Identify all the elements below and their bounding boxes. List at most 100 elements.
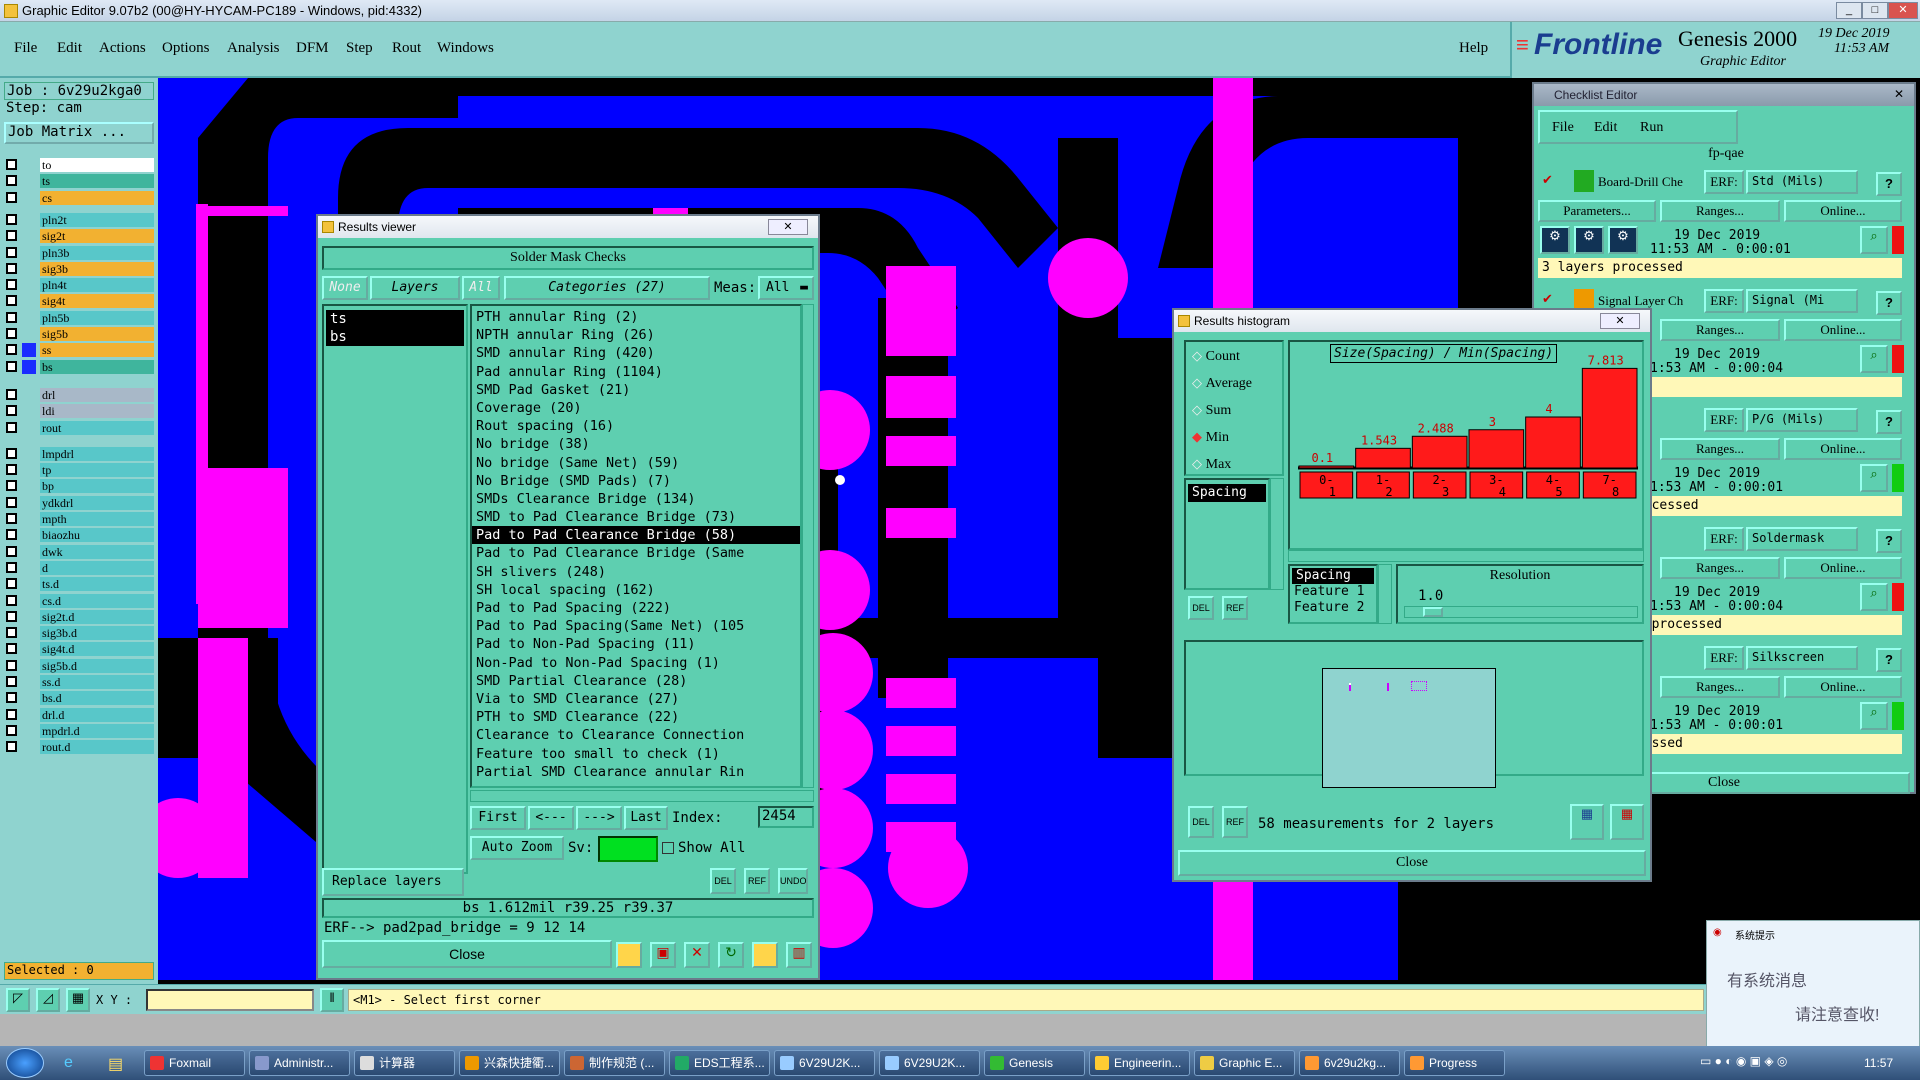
layer-row[interactable]: sig4t <box>6 294 156 309</box>
category-item[interactable]: Via to SMD Clearance (27) <box>472 690 800 708</box>
layer-row[interactable]: drl <box>6 387 156 402</box>
xy-input[interactable] <box>146 989 314 1011</box>
measure-tool-icon[interactable]: ◿ <box>36 988 60 1012</box>
layer-row[interactable]: dwk <box>6 544 156 559</box>
help-icon[interactable]: ? <box>1876 529 1902 553</box>
ranges-button[interactable]: Ranges... <box>1660 319 1780 341</box>
category-item[interactable]: No Bridge (SMD Pads) (7) <box>472 472 800 490</box>
histogram-bar[interactable] <box>1298 465 1355 469</box>
layer-row[interactable]: bs <box>6 359 156 374</box>
category-item[interactable]: SMD Partial Clearance (28) <box>472 672 800 690</box>
layer-row[interactable]: d <box>6 560 156 575</box>
field-spacing[interactable]: Spacing <box>1188 484 1266 502</box>
category-item[interactable]: SMD Pad Gasket (21) <box>472 381 800 399</box>
category-item[interactable]: No bridge (Same Net) (59) <box>472 454 800 472</box>
layer-row[interactable]: sig2t.d <box>6 609 156 624</box>
histogram-icon[interactable]: ▥ <box>786 942 812 968</box>
layer-checkbox[interactable] <box>6 464 17 476</box>
category-item[interactable]: Pad to Pad Spacing (222) <box>472 599 800 617</box>
maximize-button[interactable]: □ <box>1862 2 1888 19</box>
ranges-button[interactable]: Ranges... <box>1660 438 1780 460</box>
check-enabled-icon[interactable]: ✔ <box>1542 172 1553 188</box>
taskbar-item[interactable]: 6v29u2kg... <box>1299 1050 1400 1076</box>
layer-row[interactable]: sig3b <box>6 261 156 276</box>
layer-checkbox[interactable] <box>6 659 17 671</box>
feature-1[interactable]: Feature 1 <box>1290 584 1376 600</box>
taskbar-item[interactable]: 兴森快捷衢... <box>459 1050 560 1076</box>
check-name[interactable]: Signal Layer Ch <box>1598 293 1704 309</box>
taskbar-item[interactable]: 计算器 <box>354 1050 455 1076</box>
layer-result-bs[interactable]: bs <box>326 328 464 346</box>
category-item[interactable]: Pad to Pad Clearance Bridge (Same <box>472 544 800 562</box>
taskbar-item[interactable]: Progress <box>1404 1050 1505 1076</box>
histogram-bar[interactable] <box>1411 435 1468 469</box>
layer-checkbox[interactable] <box>6 246 17 258</box>
resolution-slider[interactable] <box>1404 606 1638 618</box>
histogram-bar[interactable] <box>1468 429 1525 469</box>
layer-result-ts[interactable]: ts <box>326 310 464 328</box>
layer-row[interactable]: biaozhu <box>6 528 156 543</box>
layer-checkbox[interactable] <box>6 175 17 187</box>
select-tool-icon[interactable]: ◸ <box>6 988 30 1012</box>
layer-row[interactable]: bs.d <box>6 691 156 706</box>
layer-row[interactable]: cs.d <box>6 593 156 608</box>
layer-row[interactable]: sig3b.d <box>6 626 156 641</box>
layer-checkbox[interactable] <box>6 529 17 541</box>
category-list[interactable]: PTH annular Ring (2) NPTH annular Ring (2… <box>470 304 802 788</box>
layer-checkbox[interactable] <box>6 191 17 203</box>
layer-row[interactable]: pln3b <box>6 245 156 260</box>
view-results-icon[interactable]: ⌕ <box>1860 464 1888 492</box>
option-sum[interactable]: ◇ Sum <box>1192 402 1231 419</box>
checklist-menu-run[interactable]: Run <box>1640 120 1663 136</box>
job-matrix-button[interactable]: Job Matrix ... <box>4 122 154 144</box>
layers-button[interactable]: Layers <box>370 276 460 300</box>
notes-icon[interactable] <box>752 942 778 968</box>
histogram-close-button[interactable]: Close <box>1178 850 1646 876</box>
category-item[interactable]: Coverage (20) <box>472 399 800 417</box>
category-scrollbar[interactable] <box>802 304 814 788</box>
taskbar-item[interactable]: Foxmail <box>144 1050 245 1076</box>
layer-row[interactable]: lmpdrl <box>6 446 156 461</box>
del-button[interactable]: DEL <box>710 868 736 894</box>
layer-checkbox[interactable] <box>6 262 17 274</box>
layer-row[interactable]: ldi <box>6 404 156 419</box>
check-name[interactable]: Board-Drill Che <box>1598 174 1704 190</box>
layer-row[interactable]: pln4t <box>6 278 156 293</box>
category-item[interactable]: No bridge (38) <box>472 435 800 453</box>
category-item[interactable]: Non-Pad to Non-Pad Spacing (1) <box>472 654 800 672</box>
layer-row[interactable]: pln2t <box>6 212 156 227</box>
layer-checkbox[interactable] <box>6 230 17 242</box>
view-results-icon[interactable]: ⌕ <box>1860 702 1888 730</box>
taskbar-item[interactable]: 6V29U2K... <box>879 1050 980 1076</box>
menu-windows[interactable]: Windows <box>437 40 494 57</box>
option-min[interactable]: ◆ Min <box>1192 429 1229 446</box>
category-item[interactable]: Feature too small to check (1) <box>472 745 800 763</box>
layer-checkbox[interactable] <box>6 295 17 307</box>
index-input[interactable]: 2454 <box>758 806 814 828</box>
erf-select[interactable]: Silkscreen <box>1746 646 1858 670</box>
category-item[interactable]: PTH to SMD Clearance (22) <box>472 708 800 726</box>
first-button[interactable]: First <box>470 806 526 830</box>
results-viewer-close-icon[interactable]: ✕ <box>768 219 808 235</box>
grid-tool-icon[interactable]: ▦ <box>66 988 90 1012</box>
layer-checkbox[interactable] <box>6 741 17 753</box>
category-item[interactable]: Rout spacing (16) <box>472 417 800 435</box>
replace-layers-select[interactable]: Replace layers <box>322 868 464 896</box>
layer-checkbox[interactable] <box>6 405 17 417</box>
layer-checkbox[interactable] <box>6 421 17 433</box>
layer-checkbox[interactable] <box>6 496 17 508</box>
layer-checkbox[interactable] <box>6 594 17 606</box>
explorer-icon[interactable]: ▤ <box>108 1054 123 1074</box>
category-item[interactable]: Partial SMD Clearance annular Rin <box>472 763 800 781</box>
ref-button[interactable]: REF <box>744 868 770 894</box>
help-icon[interactable]: ? <box>1876 648 1902 672</box>
layer-row[interactable]: sig4t.d <box>6 642 156 657</box>
histogram-bar[interactable] <box>1525 416 1581 469</box>
category-hscrollbar[interactable] <box>470 790 814 802</box>
run-action-icon[interactable]: ⚙ <box>1574 226 1604 254</box>
menu-actions[interactable]: Actions <box>99 40 146 57</box>
feature-list[interactable]: Spacing Feature 1 Feature 2 <box>1288 564 1378 624</box>
menu-edit[interactable]: Edit <box>57 40 82 57</box>
ranges-button[interactable]: Ranges... <box>1660 676 1780 698</box>
layer-row[interactable]: bp <box>6 479 156 494</box>
